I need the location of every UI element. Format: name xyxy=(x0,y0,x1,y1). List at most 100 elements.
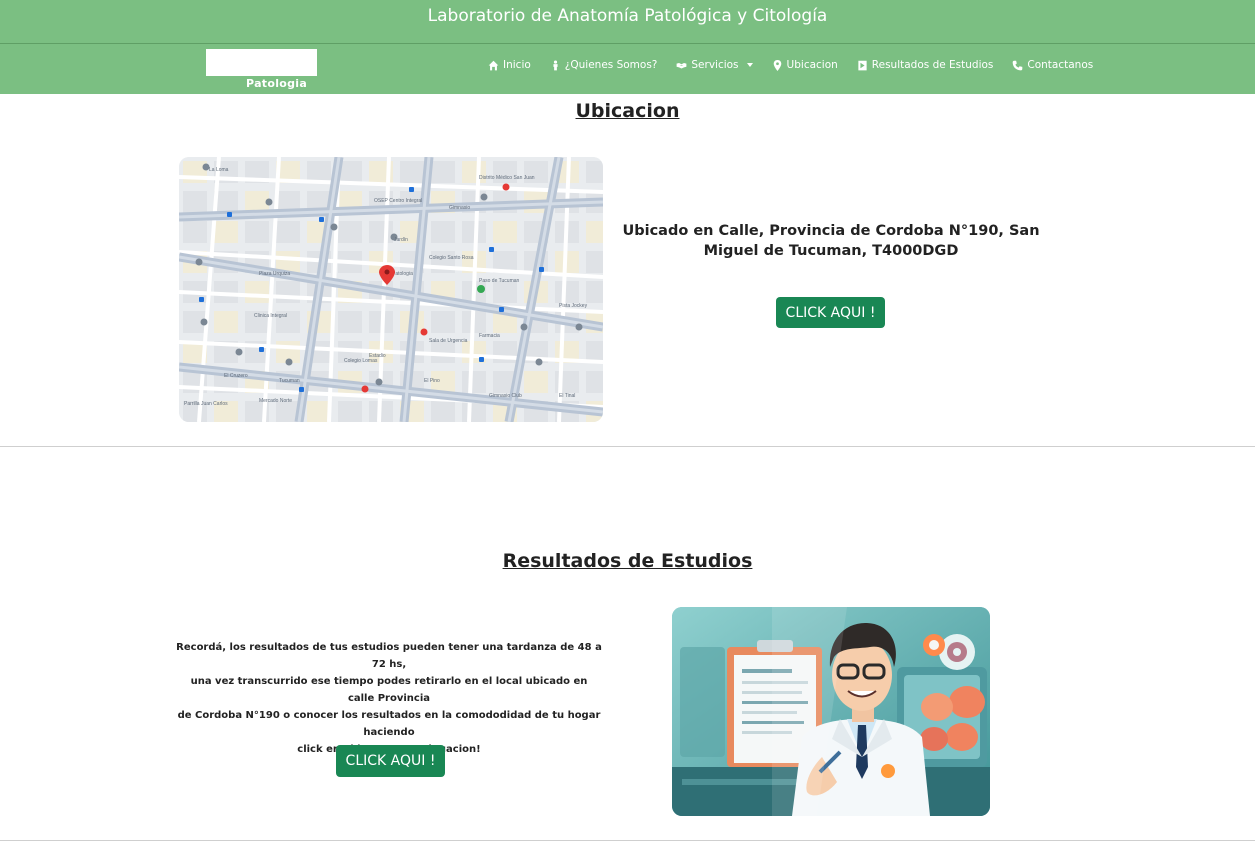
map-block xyxy=(338,401,362,422)
location-address: Ubicado en Calle, Provincia de Cordoba N… xyxy=(622,223,1040,259)
map-label: Distrito Médico San Juan xyxy=(479,175,535,181)
nav-item-inicio[interactable]: Inicio xyxy=(488,59,531,71)
map-bus-stop-icon xyxy=(499,307,504,312)
results-click-button[interactable]: CLICK AQUI ! xyxy=(336,745,445,777)
map-park-icon xyxy=(477,285,485,293)
location-pin-icon xyxy=(773,59,781,71)
map-poi-icon xyxy=(285,358,293,366)
nav-item-resultados[interactable]: Resultados de Estudios xyxy=(857,59,994,71)
map-block xyxy=(276,221,300,243)
map-block xyxy=(586,281,603,303)
map-poi-icon xyxy=(195,258,203,266)
map-place-icon xyxy=(502,183,510,191)
map-label: Gimnasio Club xyxy=(489,393,522,399)
nav-item-quienes-somos[interactable]: ¿Quienes Somos? xyxy=(550,59,658,71)
map-bus-stop-icon xyxy=(539,267,544,272)
map-poi-icon xyxy=(265,198,273,206)
map-bus-stop-icon xyxy=(227,212,232,217)
map-block xyxy=(400,161,424,183)
map-label: Estadio xyxy=(369,353,386,359)
map-block xyxy=(338,311,362,333)
map-block xyxy=(183,221,207,243)
map-place-icon xyxy=(361,385,369,393)
map-place-icon xyxy=(420,328,428,336)
logo[interactable] xyxy=(206,49,317,76)
map-block xyxy=(183,191,207,213)
nav-menu: Inicio ¿Quienes Somos? Servicios Ubicaci… xyxy=(488,59,1093,71)
map-bus-stop-icon xyxy=(319,217,324,222)
map-block xyxy=(586,371,603,393)
location-click-button[interactable]: CLICK AQUI ! xyxy=(776,297,885,328)
map-poi-icon xyxy=(375,378,383,386)
map-bus-stop-icon xyxy=(479,357,484,362)
map-label: Clinica Integral xyxy=(254,313,287,319)
phone-icon xyxy=(1013,60,1023,70)
location-pin-center xyxy=(384,269,390,275)
nav-item-ubicacion[interactable]: Ubicacion xyxy=(772,59,838,71)
map-label: Mercado Norte xyxy=(259,398,292,404)
map-label: OSEP Centro Integral xyxy=(374,198,422,204)
doctor-graphic xyxy=(672,607,990,816)
home-icon xyxy=(488,60,499,70)
results-line: una vez transcurrido ese tiempo podes re… xyxy=(190,676,588,704)
chevron-down-icon xyxy=(746,63,753,67)
person-icon xyxy=(553,59,558,70)
results-line: Recordá, los resultados de tus estudios … xyxy=(176,642,602,670)
map-poi-icon xyxy=(235,348,243,356)
map-label: Sala de Urgencia xyxy=(429,338,468,344)
nav-label: Ubicacion xyxy=(786,59,838,71)
doctor-illustration xyxy=(672,607,990,816)
handshake-icon xyxy=(676,62,687,69)
map-label: Gimnasio xyxy=(449,205,470,211)
map-block xyxy=(493,281,517,303)
map-poi-icon xyxy=(480,193,488,201)
map-block xyxy=(524,371,548,393)
nav-label: Inicio xyxy=(503,59,531,71)
map-label: Patologia xyxy=(392,271,413,277)
location-map[interactable]: La Loma Distrito Médico San Juan OSEP Cent… xyxy=(179,157,603,422)
map-poi-icon xyxy=(330,223,338,231)
map-bus-stop-icon xyxy=(259,347,264,352)
map-label: Tucuman xyxy=(279,378,300,384)
map-label: Pista Jockey xyxy=(559,303,588,309)
map-label: Paso de Tucuman xyxy=(479,278,520,284)
map-block xyxy=(431,161,455,183)
map-block xyxy=(338,221,362,243)
site-title: Laboratorio de Anatomía Patológica y Cit… xyxy=(427,6,828,26)
resultados-heading: Resultados de Estudios xyxy=(502,550,753,572)
nav-item-servicios[interactable]: Servicios xyxy=(676,59,753,71)
map-block xyxy=(431,221,455,243)
map-bus-stop-icon xyxy=(409,187,414,192)
map-poi-icon xyxy=(575,323,583,331)
site-header: Laboratorio de Anatomía Patológica y Cit… xyxy=(0,0,1255,43)
map-label: Farmacia xyxy=(479,333,500,339)
main-navbar: Patologia Inicio ¿Quienes Somos? Servici… xyxy=(0,43,1255,94)
map-label: Colegio Santo Rosa xyxy=(429,255,474,261)
results-line: de Cordoba N°190 o conocer los resultado… xyxy=(177,710,601,738)
map-bus-stop-icon xyxy=(299,387,304,392)
nav-label: Resultados de Estudios xyxy=(871,59,994,71)
logo-text: Patologia xyxy=(246,77,308,90)
map-graphic[interactable]: La Loma Distrito Médico San Juan OSEP Cent… xyxy=(179,157,603,422)
map-label: La Loma xyxy=(209,167,229,173)
document-icon xyxy=(858,60,867,70)
map-block xyxy=(431,311,455,333)
map-label: El Tinal xyxy=(559,393,575,399)
map-label: Jardín xyxy=(394,237,408,243)
map-poi-icon xyxy=(535,358,543,366)
nav-label: ¿Quienes Somos? xyxy=(564,59,658,71)
map-block xyxy=(245,221,269,243)
map-block xyxy=(555,281,579,303)
map-block xyxy=(245,281,269,303)
map-block xyxy=(586,221,603,243)
map-block xyxy=(493,221,517,243)
map-block xyxy=(214,311,238,333)
map-label: Parrilla Juan Carlos xyxy=(184,401,228,407)
results-description: Recordá, los resultados de tus estudios … xyxy=(176,639,602,758)
map-label: Plaza Urquiza xyxy=(259,271,290,277)
map-block xyxy=(431,401,455,422)
nav-label: Contactanos xyxy=(1027,59,1094,71)
map-bus-stop-icon xyxy=(489,247,494,252)
nav-label: Servicios xyxy=(691,59,739,71)
nav-item-contactanos[interactable]: Contactanos xyxy=(1012,59,1093,71)
